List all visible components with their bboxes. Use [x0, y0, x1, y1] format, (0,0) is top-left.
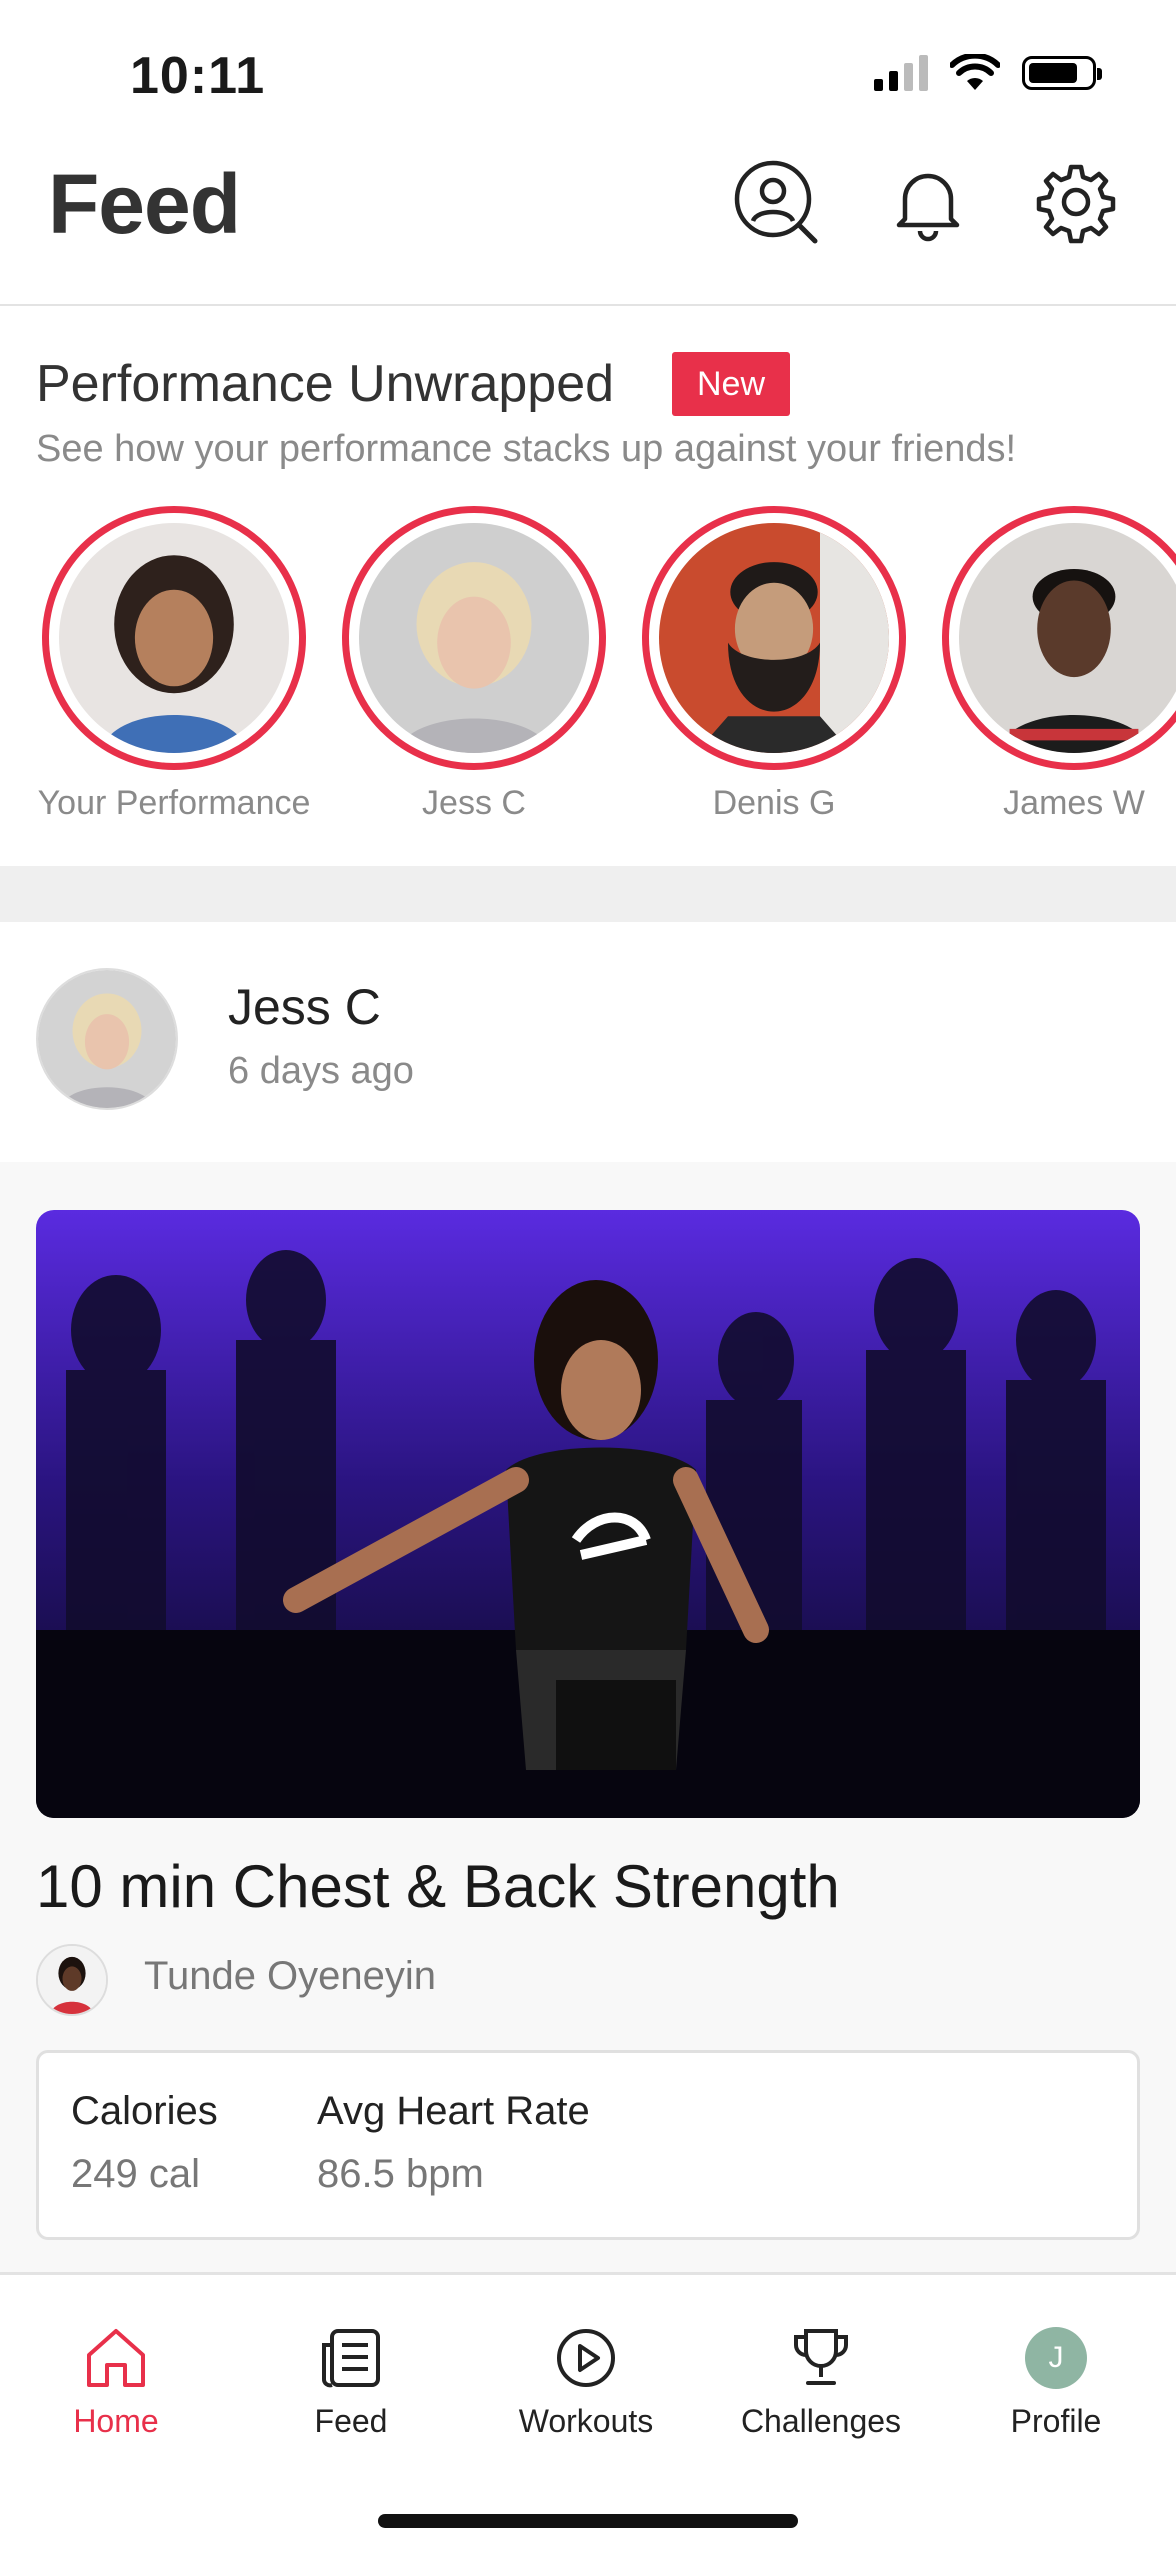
profile-avatar: J	[946, 2323, 1166, 2393]
app-header: Feed	[0, 140, 1176, 307]
story-name: James W	[1003, 784, 1145, 822]
story-denis-g[interactable]: Denis G	[636, 506, 912, 823]
section-subtitle: See how your performance stacks up again…	[36, 428, 1017, 470]
tab-home[interactable]: Home	[6, 2323, 226, 2440]
story-ring	[642, 506, 906, 770]
story-ring	[942, 506, 1176, 770]
avatar	[359, 523, 589, 753]
tab-workouts[interactable]: Workouts	[476, 2323, 696, 2440]
instructor-name[interactable]: Tunde Oyeneyin	[144, 1954, 436, 1999]
story-james-w[interactable]: James W	[936, 506, 1176, 823]
post-timestamp: 6 days ago	[228, 1050, 414, 1092]
workout-stats-card: Calories 249 cal Avg Heart Rate 86.5 bpm	[36, 2050, 1140, 2240]
stat-avg-heart-rate: Avg Heart Rate 86.5 bpm	[317, 2089, 590, 2197]
tab-feed[interactable]: Feed	[241, 2323, 461, 2440]
story-name: Jess C	[422, 784, 526, 822]
new-badge: New	[672, 352, 790, 416]
tab-label: Workouts	[518, 2403, 654, 2439]
bell-icon[interactable]	[884, 158, 972, 246]
story-name: Denis G	[712, 784, 836, 822]
section-title: Performance Unwrapped	[36, 355, 615, 413]
find-friends-icon[interactable]	[732, 158, 820, 246]
page-title: Feed	[48, 157, 241, 251]
avatar	[59, 523, 289, 753]
tab-label: Profile	[1010, 2403, 1102, 2439]
tab-label: Challenges	[740, 2403, 902, 2439]
story-jess-c[interactable]: Jess C	[336, 506, 612, 823]
stat-calories: Calories 249 cal	[71, 2089, 218, 2197]
battery-icon	[1022, 56, 1102, 90]
tab-label: Home	[73, 2403, 159, 2439]
avatar	[959, 523, 1176, 753]
story-your-performance[interactable]: Your Performance	[36, 506, 312, 823]
status-time: 10:11	[130, 47, 266, 105]
home-icon	[6, 2323, 226, 2393]
trophy-icon	[711, 2323, 931, 2393]
feed-icon	[241, 2323, 461, 2393]
story-ring	[342, 506, 606, 770]
tab-challenges[interactable]: Challenges	[711, 2323, 931, 2440]
workout-title[interactable]: 10 min Chest & Back Strength	[36, 1852, 840, 1921]
tab-label: Feed	[314, 2403, 388, 2439]
section-divider	[0, 866, 1176, 922]
feed-post-header[interactable]: Jess C 6 days ago	[0, 922, 1176, 1162]
status-icons	[874, 54, 1102, 92]
gear-icon[interactable]	[1032, 158, 1120, 246]
tab-profile[interactable]: J Profile	[946, 2323, 1166, 2440]
story-name: Your Performance	[37, 784, 311, 822]
story-ring	[42, 506, 306, 770]
wifi-icon	[950, 54, 1000, 90]
stat-value: 86.5 bpm	[317, 2152, 484, 2196]
post-author-name[interactable]: Jess C	[228, 978, 381, 1036]
performance-unwrapped-section: Performance Unwrapped New See how your p…	[0, 306, 1176, 866]
home-indicator	[378, 2514, 798, 2528]
post-author-avatar[interactable]	[36, 968, 178, 1110]
avatar	[659, 523, 889, 753]
workout-image[interactable]	[36, 1210, 1140, 1818]
profile-initial: J	[1025, 2327, 1087, 2389]
cellular-signal-icon	[874, 55, 928, 91]
feed-post-body: 10 min Chest & Back Strength Tunde Oyene…	[0, 1162, 1176, 2272]
stat-label: Avg Heart Rate	[317, 2089, 590, 2133]
status-bar: 10:11	[0, 0, 1176, 150]
stat-label: Calories	[71, 2089, 218, 2133]
stat-value: 249 cal	[71, 2152, 200, 2196]
play-circle-icon	[476, 2323, 696, 2393]
instructor-avatar	[36, 1944, 108, 2016]
